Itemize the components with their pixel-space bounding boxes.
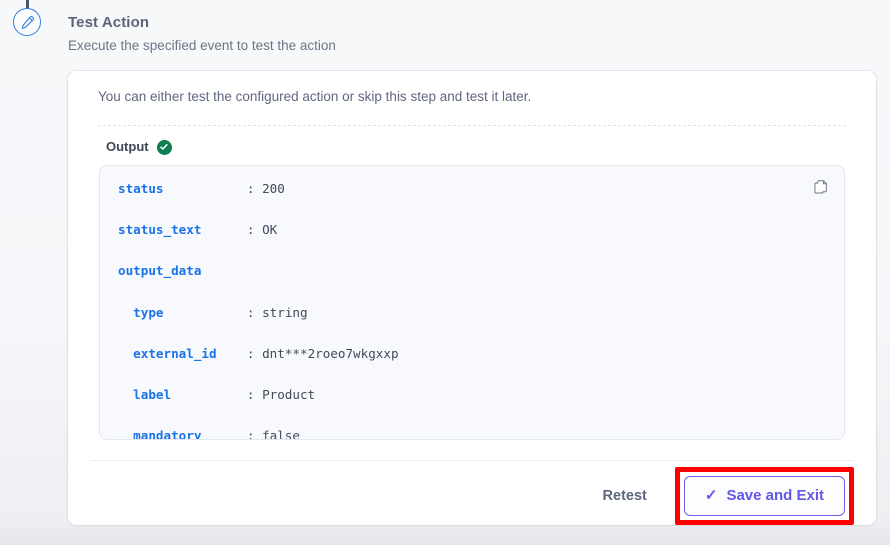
code-line: label : Product xyxy=(118,385,826,406)
page-title: Test Action xyxy=(68,14,150,31)
code-line: status : 200 xyxy=(118,179,826,200)
code-key: type xyxy=(118,304,164,320)
pencil-icon xyxy=(20,15,35,30)
step-rail xyxy=(0,0,56,545)
page-subtitle: Execute the specified event to test the … xyxy=(68,38,336,53)
page-root: Test Action Execute the specified event … xyxy=(0,0,890,545)
code-line: mandatory : false xyxy=(118,426,826,440)
code-value: : Product xyxy=(171,386,316,402)
code-line: output_data xyxy=(118,261,826,282)
code-key: label xyxy=(118,386,172,402)
code-value: : string xyxy=(163,304,308,320)
save-and-exit-highlight-wrapper: ✓ Save and Exit xyxy=(674,467,854,525)
code-key: external_id xyxy=(118,345,217,361)
output-code-text: status : 200 status_text : OK output_dat… xyxy=(100,166,844,440)
code-line: status_text : OK xyxy=(118,220,826,241)
retest-button[interactable]: Retest xyxy=(593,482,657,510)
checkmark-icon: ✓ xyxy=(704,487,718,504)
card-footer: Retest ✓ Save and Exit xyxy=(68,467,876,525)
code-line: external_id : dnt***2roeo7wkgxxp xyxy=(118,344,826,365)
footer-divider xyxy=(90,460,854,461)
code-key: status xyxy=(118,181,164,196)
output-label: Output xyxy=(106,139,149,154)
save-and-exit-button[interactable]: ✓ Save and Exit xyxy=(683,476,845,516)
output-code-block: status : 200 status_text : OK output_dat… xyxy=(99,165,845,440)
code-line: type : string xyxy=(118,303,826,324)
save-and-exit-label: Save and Exit xyxy=(726,487,824,504)
card-intro-text: You can either test the configured actio… xyxy=(98,89,532,104)
page-bottom-strip xyxy=(0,527,890,545)
code-key: output_data xyxy=(118,263,202,279)
output-header: Output xyxy=(106,139,172,155)
code-value: : OK xyxy=(201,222,278,238)
step-badge-test-action[interactable] xyxy=(13,8,41,36)
code-key: mandatory xyxy=(118,428,202,440)
copy-icon[interactable] xyxy=(810,176,832,198)
check-circle-icon xyxy=(156,139,172,155)
intro-divider xyxy=(98,125,846,126)
code-value: : dnt***2roeo7wkgxxp xyxy=(216,345,399,361)
code-value: : false xyxy=(201,428,300,440)
section-header: Test Action Execute the specified event … xyxy=(68,13,336,55)
code-value: : 200 xyxy=(163,181,285,196)
test-action-card: You can either test the configured actio… xyxy=(68,71,876,525)
code-key: status_text xyxy=(118,222,202,238)
